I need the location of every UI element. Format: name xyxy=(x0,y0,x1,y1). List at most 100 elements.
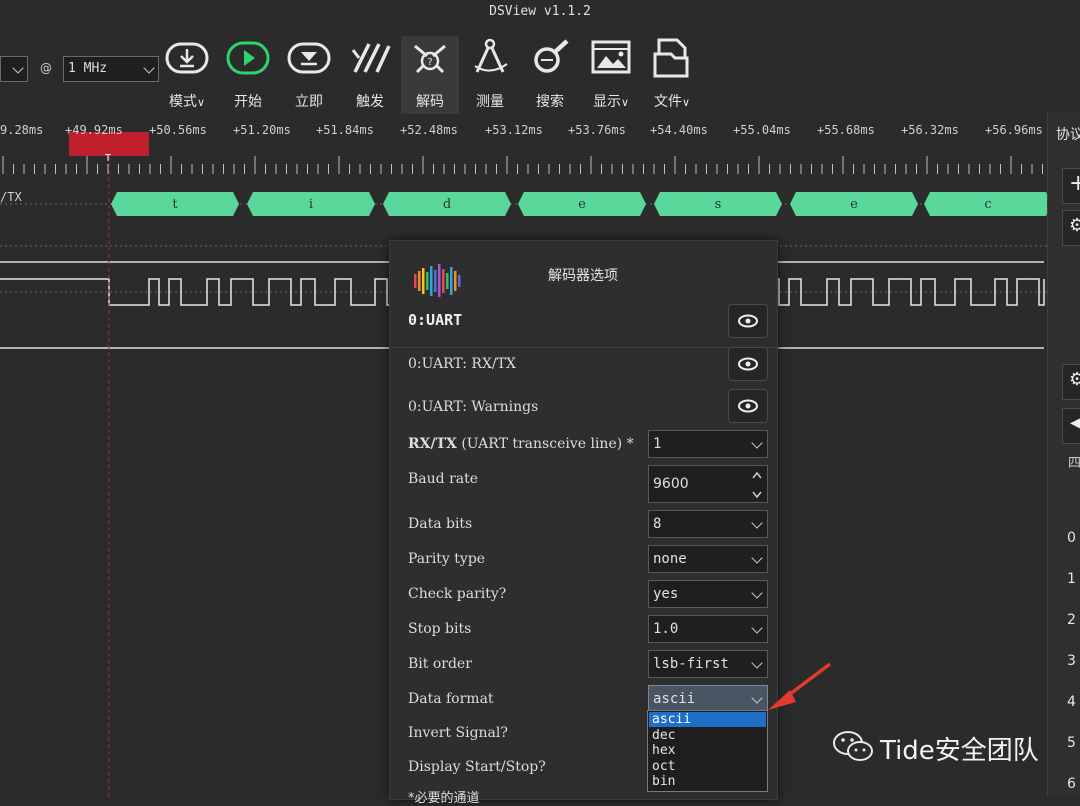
time-tick-label: +49.92ms xyxy=(65,123,123,137)
protocol-row-number: 3 xyxy=(1067,653,1076,669)
bit-order-select[interactable]: lsb-first xyxy=(648,650,768,678)
dropdown-option-dec[interactable]: dec xyxy=(649,728,766,743)
spin-arrows-icon[interactable] xyxy=(751,470,763,500)
toggle-warnings-visibility-button[interactable] xyxy=(728,389,768,423)
decoder-name: 0:UART xyxy=(408,311,463,329)
data-format-dropdown-list[interactable]: ascii dec hex oct bin xyxy=(647,710,768,792)
display-start-stop-label: Display Start/Stop? xyxy=(408,759,546,775)
sample-rate-select[interactable]: 1 MHz xyxy=(63,56,159,82)
dialog-title: 解码器选项 xyxy=(548,268,618,284)
chevron-down-icon xyxy=(751,587,763,599)
search-label: 搜索 xyxy=(536,94,564,110)
file-label: 文件∨ xyxy=(653,94,691,110)
decode-segment-label: t xyxy=(172,197,178,212)
window-title: DSView v1.1.2 xyxy=(0,0,1080,26)
decode-segment-label: e xyxy=(850,197,858,212)
dropdown-option-oct[interactable]: oct xyxy=(649,759,766,774)
chevron-left-icon: ◀ xyxy=(1070,415,1080,431)
decode-segment-label: i xyxy=(309,197,313,212)
stop-bits-value: 1.0 xyxy=(653,621,679,637)
check-parity-label: Check parity? xyxy=(408,586,507,602)
instant-button[interactable]: 立即 xyxy=(280,36,338,114)
bit-order-value: lsb-first xyxy=(653,656,729,672)
eye-icon xyxy=(738,314,758,328)
decode-button[interactable]: ? 解码 xyxy=(401,36,459,114)
measure-label: 测量 xyxy=(476,94,504,110)
display-icon xyxy=(591,40,631,74)
decode-label: 解码 xyxy=(416,94,444,110)
protocol-row-number: 1 xyxy=(1067,571,1076,587)
at-symbol: @ xyxy=(40,61,52,75)
panel-partial-text: 四 xyxy=(1068,456,1080,471)
time-tick-label: +56.32ms xyxy=(901,123,959,137)
collapse-panel-button[interactable]: ◀ xyxy=(1062,408,1080,444)
search-button[interactable]: 搜索 xyxy=(521,36,579,114)
sample-count-select[interactable] xyxy=(0,56,28,82)
dropdown-option-ascii[interactable]: ascii xyxy=(649,712,766,727)
file-button[interactable]: 文件∨ xyxy=(643,36,701,114)
parity-type-label: Parity type xyxy=(408,551,486,567)
chevron-down-icon xyxy=(751,622,763,634)
decode-segments: tidesec xyxy=(111,192,1047,216)
time-tick-label: +56.96ms xyxy=(985,123,1043,137)
time-tick-label: +53.76ms xyxy=(568,123,626,137)
data-bits-select[interactable]: 8 xyxy=(648,510,768,538)
baud-rate-value: 9600 xyxy=(653,476,689,492)
toolbar: @ 1 MHz 模式∨ 开始 立即 触发 ? 解码 测量 搜索 显示∨ 文件∨ xyxy=(0,26,1080,114)
time-tick-label: +51.20ms xyxy=(233,123,291,137)
time-tick-label: +50.56ms xyxy=(149,123,207,137)
channel-label: RX/TX (UART transceive line) * xyxy=(408,436,634,452)
file-icon xyxy=(653,38,689,78)
play-icon xyxy=(226,41,270,75)
decoder-logo-icon xyxy=(414,264,461,297)
decode-segment-label: c xyxy=(984,197,991,212)
trigger-button[interactable]: 触发 xyxy=(341,36,399,114)
protocol-row-number: 5 xyxy=(1067,735,1076,751)
dropdown-option-bin[interactable]: bin xyxy=(649,774,766,789)
toggle-rxtx-visibility-button[interactable] xyxy=(728,347,768,381)
instant-label: 立即 xyxy=(295,94,323,110)
start-label: 开始 xyxy=(234,94,262,110)
data-bits-value: 8 xyxy=(653,516,662,532)
protocol-row-number: 6 xyxy=(1067,776,1076,792)
download-icon xyxy=(165,42,209,74)
chevron-down-icon xyxy=(143,62,155,74)
trigger-marker-label: T xyxy=(105,153,112,164)
plus-icon: + xyxy=(1069,171,1080,196)
annotation-arrow-icon xyxy=(768,662,832,710)
bit-order-label: Bit order xyxy=(408,656,472,672)
decode-segment-label: e xyxy=(578,197,586,212)
toggle-decoder-visibility-button[interactable] xyxy=(728,304,768,338)
search-icon xyxy=(534,39,569,73)
panel-settings-button[interactable]: ⚙ xyxy=(1062,364,1080,400)
time-tick-label: 9.28ms xyxy=(0,123,44,137)
measure-button[interactable]: 测量 xyxy=(461,36,519,114)
wechat-logo-icon xyxy=(832,728,876,764)
gear-icon: ⚙ xyxy=(1069,215,1080,236)
parity-type-select[interactable]: none xyxy=(648,545,768,573)
time-tick-label: +55.68ms xyxy=(817,123,875,137)
decoder-settings-button[interactable]: ⚙ xyxy=(1062,210,1080,246)
stop-bits-select[interactable]: 1.0 xyxy=(648,615,768,643)
add-decoder-button[interactable]: + xyxy=(1062,168,1080,204)
chevron-down-icon xyxy=(751,517,763,529)
start-button[interactable]: 开始 xyxy=(219,36,277,114)
decode-segment-label: d xyxy=(443,197,451,212)
gear-icon: ⚙ xyxy=(1069,369,1080,390)
protocol-row-number: 2 xyxy=(1067,612,1076,628)
data-format-label: Data format xyxy=(408,691,494,707)
check-parity-value: yes xyxy=(653,586,679,602)
check-parity-select[interactable]: yes xyxy=(648,580,768,608)
layer-rxtx-label: 0:UART: RX/TX xyxy=(408,356,516,372)
baud-rate-spinbox[interactable]: 9600 xyxy=(648,465,768,503)
time-tick-label: +55.04ms xyxy=(733,123,791,137)
mode-button[interactable]: 模式∨ xyxy=(158,36,216,114)
invert-signal-label: Invert Signal? xyxy=(408,725,508,741)
data-format-select[interactable]: ascii xyxy=(648,685,768,713)
measure-icon xyxy=(474,38,508,73)
dropdown-option-hex[interactable]: hex xyxy=(649,743,766,758)
display-button[interactable]: 显示∨ xyxy=(582,36,640,114)
decode-segment-label: s xyxy=(715,197,722,212)
channel-select[interactable]: 1 xyxy=(648,430,768,458)
parity-type-value: none xyxy=(653,551,687,567)
